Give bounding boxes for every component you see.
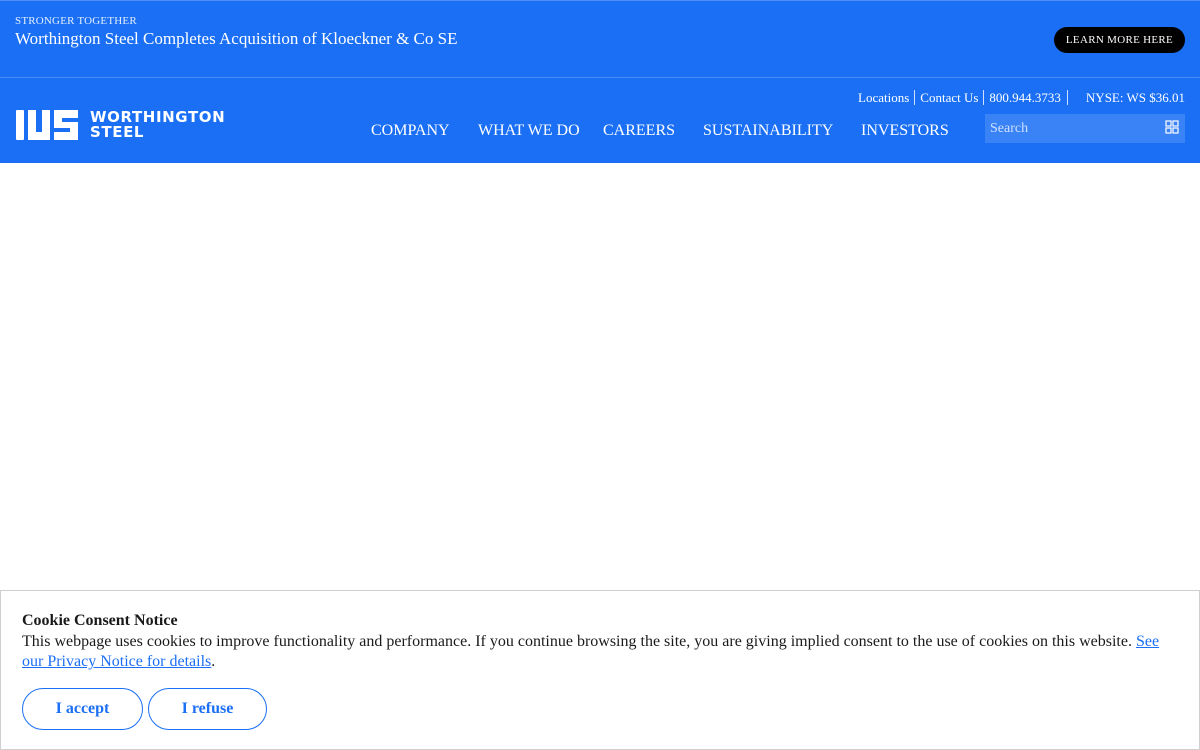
locations-link[interactable]: Locations (853, 90, 916, 105)
learn-more-button[interactable]: LEARN MORE HERE (1054, 27, 1185, 53)
cookie-body-text: This webpage uses cookies to improve fun… (22, 633, 1132, 650)
banner-title[interactable]: Worthington Steel Completes Acquisition … (15, 29, 457, 49)
utility-bar: Locations Contact Us 800.944.3733 NYSE: … (853, 90, 1185, 105)
cookie-title: Cookie Consent Notice (22, 612, 178, 629)
grid-search-icon[interactable] (1165, 120, 1179, 134)
cookie-body-trailing: . (211, 653, 216, 670)
search-box (985, 114, 1185, 143)
nav-sustainability[interactable]: SUSTAINABILITY (703, 122, 833, 140)
nav-careers[interactable]: CAREERS (603, 122, 675, 140)
search-input[interactable] (985, 114, 1155, 143)
cookie-body: This webpage uses cookies to improve fun… (22, 632, 1182, 672)
site-header: WORTHINGTON STEEL Locations Contact Us 8… (0, 77, 1200, 163)
nav-what-we-do[interactable]: WHAT WE DO (478, 122, 580, 140)
nav-company[interactable]: COMPANY (371, 122, 450, 140)
stock-ticker: NYSE: WS $36.01 (1085, 90, 1185, 105)
announcement-banner: STRONGER TOGETHER Worthington Steel Comp… (0, 0, 1200, 77)
accept-cookies-button[interactable]: I accept (22, 688, 143, 730)
cookie-consent-notice: Cookie Consent Notice This webpage uses … (0, 590, 1200, 750)
nav-investors[interactable]: INVESTORS (861, 122, 949, 140)
banner-eyebrow: STRONGER TOGETHER (15, 15, 137, 27)
phone-link[interactable]: 800.944.3733 (984, 90, 1068, 105)
contact-us-link[interactable]: Contact Us (915, 90, 985, 105)
refuse-cookies-button[interactable]: I refuse (148, 688, 267, 730)
